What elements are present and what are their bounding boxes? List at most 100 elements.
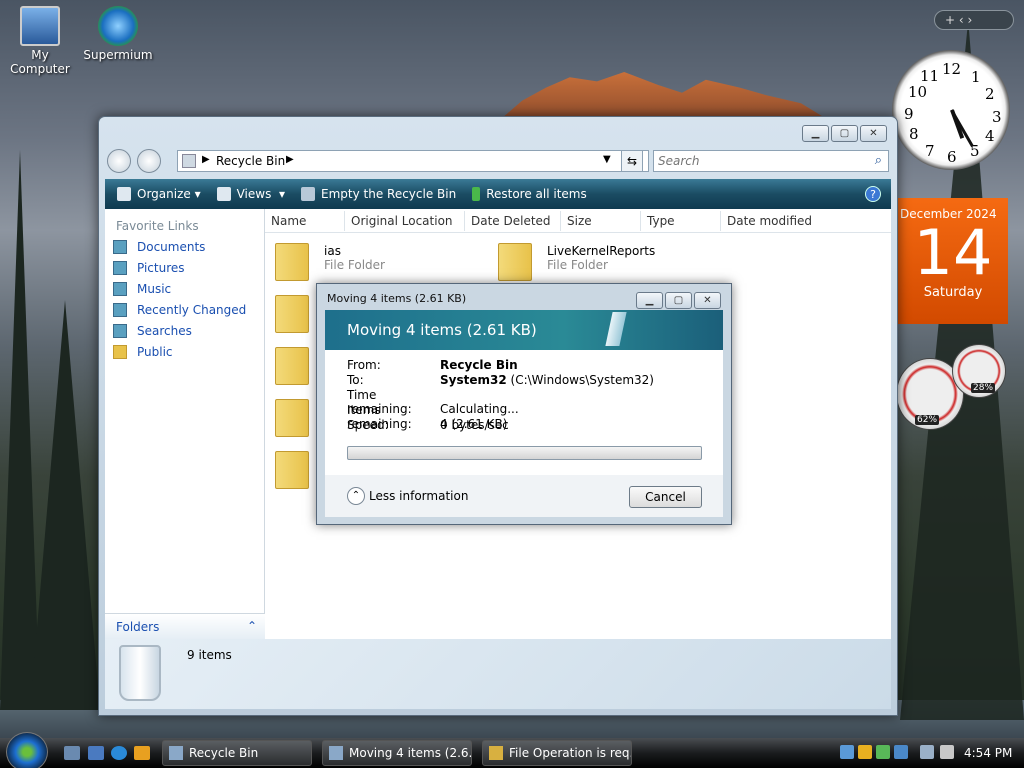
sidebar-controls[interactable]: + ‹ › bbox=[934, 10, 1014, 30]
nav-link-documents[interactable]: Documents bbox=[113, 240, 264, 254]
to-path: (C:\Windows\System32) bbox=[510, 373, 654, 387]
internet-explorer-icon[interactable] bbox=[111, 746, 127, 760]
window-controls: ▁ ▢ ✕ bbox=[802, 125, 887, 142]
nav-link-public[interactable]: Public bbox=[113, 345, 264, 359]
column-type[interactable]: Type bbox=[647, 214, 675, 228]
organize-icon bbox=[117, 187, 131, 201]
maximize-button[interactable]: ▢ bbox=[665, 292, 692, 309]
memory-meter-gadget[interactable]: 28% bbox=[952, 344, 1006, 398]
switch-windows-icon[interactable] bbox=[88, 746, 104, 760]
wallpaper-tree bbox=[30, 300, 100, 710]
tray-icon[interactable] bbox=[894, 745, 908, 759]
start-button[interactable] bbox=[6, 732, 48, 768]
column-date-deleted[interactable]: Date Deleted bbox=[471, 214, 551, 228]
close-button[interactable]: ✕ bbox=[694, 292, 721, 309]
calendar-gadget[interactable]: December 2024 14 Saturday bbox=[898, 198, 1008, 324]
column-divider[interactable] bbox=[344, 211, 345, 231]
volume-muted-icon[interactable] bbox=[940, 745, 954, 759]
media-player-icon[interactable] bbox=[134, 746, 150, 760]
less-information-button[interactable]: ⌃ Less information bbox=[347, 487, 468, 505]
nav-link-music[interactable]: Music bbox=[113, 282, 264, 296]
clock-gadget[interactable]: 12 1 2 3 4 5 6 7 8 9 10 11 bbox=[892, 50, 1010, 170]
file-item[interactable]: ias File Folder bbox=[324, 244, 385, 272]
column-divider[interactable] bbox=[560, 211, 561, 231]
minimize-button[interactable]: ▁ bbox=[636, 292, 663, 309]
to-value: System32 bbox=[440, 373, 507, 387]
dropdown-icon[interactable]: ▼ bbox=[603, 154, 611, 165]
restore-all-button[interactable]: Restore all items bbox=[468, 185, 591, 203]
search-box[interactable]: ⌕ bbox=[653, 150, 889, 172]
desktop-icon-label: My Computer bbox=[10, 48, 70, 76]
task-label: Moving 4 items (2.6... bbox=[349, 746, 472, 760]
column-divider[interactable] bbox=[640, 211, 641, 231]
desktop-icon-my-computer[interactable]: My Computer bbox=[0, 2, 80, 76]
calendar-day: 14 bbox=[913, 216, 993, 289]
taskbar-button-recycle-bin[interactable]: Recycle Bin bbox=[162, 740, 312, 766]
memory-value: 28% bbox=[971, 383, 996, 393]
nav-link-label: Pictures bbox=[137, 261, 185, 275]
cancel-button[interactable]: Cancel bbox=[629, 486, 702, 508]
network-icon[interactable] bbox=[920, 745, 934, 759]
restore-all-label: Restore all items bbox=[486, 187, 587, 201]
pictures-icon bbox=[113, 261, 127, 275]
search-input[interactable] bbox=[658, 152, 858, 170]
chevron-right-icon: ▶ bbox=[286, 154, 294, 165]
tray-icon[interactable] bbox=[840, 745, 854, 759]
chevron-right-icon: ▶ bbox=[202, 154, 210, 165]
maximize-button[interactable]: ▢ bbox=[831, 125, 858, 142]
views-button[interactable]: Views ▾ bbox=[213, 185, 289, 203]
tray-icon[interactable] bbox=[876, 745, 890, 759]
folders-toggle[interactable]: Folders ⌃ bbox=[105, 613, 265, 639]
taskbar-button-moving-items[interactable]: Moving 4 items (2.6... bbox=[322, 740, 472, 766]
show-desktop-icon[interactable] bbox=[64, 746, 80, 760]
minimize-button[interactable]: ▁ bbox=[802, 125, 829, 142]
close-button[interactable]: ✕ bbox=[860, 125, 887, 142]
forward-button[interactable] bbox=[137, 149, 161, 173]
column-size[interactable]: Size bbox=[567, 214, 592, 228]
chevron-up-icon: ⌃ bbox=[246, 619, 257, 633]
column-divider[interactable] bbox=[464, 211, 465, 231]
column-divider[interactable] bbox=[720, 211, 721, 231]
empty-recycle-bin-button[interactable]: Empty the Recycle Bin bbox=[297, 185, 460, 203]
back-button[interactable] bbox=[107, 149, 131, 173]
music-icon bbox=[113, 282, 127, 296]
nav-link-searches[interactable]: Searches bbox=[113, 324, 264, 338]
address-bar[interactable]: ▶ Recycle Bin ▶ ▼ bbox=[177, 150, 649, 172]
nav-link-label: Documents bbox=[137, 240, 206, 254]
dialog-header: Moving 4 items (2.61 KB) bbox=[347, 321, 537, 339]
folder-icon[interactable] bbox=[273, 343, 309, 385]
folder-icon[interactable] bbox=[496, 239, 532, 281]
cpu-value: 62% bbox=[915, 415, 940, 425]
folder-icon[interactable] bbox=[273, 395, 309, 437]
folder-icon[interactable] bbox=[273, 291, 309, 333]
column-original-location[interactable]: Original Location bbox=[351, 214, 453, 228]
system-tray: 4:54 PM bbox=[836, 740, 1024, 766]
clock-time[interactable]: 4:54 PM bbox=[964, 746, 1012, 760]
nav-link-label: Public bbox=[137, 345, 173, 359]
taskbar: Recycle Bin Moving 4 items (2.6... File … bbox=[0, 732, 1024, 768]
navigation-pane: Favorite Links Documents Pictures Music … bbox=[105, 209, 265, 639]
taskbar-button-file-operation[interactable]: File Operation is req... bbox=[482, 740, 632, 766]
desktop-icon-supermium[interactable]: Supermium bbox=[78, 2, 158, 62]
search-icon[interactable]: ⌕ bbox=[875, 153, 882, 168]
column-name[interactable]: Name bbox=[271, 214, 306, 228]
refresh-button[interactable]: ⇆ bbox=[621, 150, 643, 172]
file-item[interactable]: LiveKernelReports File Folder bbox=[547, 244, 655, 272]
file-name: LiveKernelReports bbox=[547, 244, 656, 258]
help-icon[interactable]: ? bbox=[865, 186, 881, 202]
folder-icon[interactable] bbox=[273, 239, 309, 281]
command-bar: Organize ▾ Views ▾ Empty the Recycle Bin… bbox=[105, 179, 891, 209]
organize-button[interactable]: Organize ▾ bbox=[113, 185, 205, 203]
column-date-modified[interactable]: Date modified bbox=[727, 214, 812, 228]
computer-icon bbox=[20, 6, 60, 46]
nav-link-recently-changed[interactable]: Recently Changed bbox=[113, 303, 264, 317]
empty-recycle-bin-label: Empty the Recycle Bin bbox=[321, 187, 457, 201]
views-icon bbox=[216, 187, 231, 201]
security-shield-icon[interactable] bbox=[858, 745, 872, 759]
supermium-icon bbox=[98, 6, 138, 46]
file-type: File Folder bbox=[547, 258, 608, 272]
folder-icon[interactable] bbox=[273, 447, 309, 489]
nav-link-pictures[interactable]: Pictures bbox=[113, 261, 264, 275]
file-operation-dialog[interactable]: Moving 4 items (2.61 KB) ▁ ▢ ✕ Moving 4 … bbox=[316, 283, 732, 525]
clock-number: 4 bbox=[985, 127, 995, 145]
